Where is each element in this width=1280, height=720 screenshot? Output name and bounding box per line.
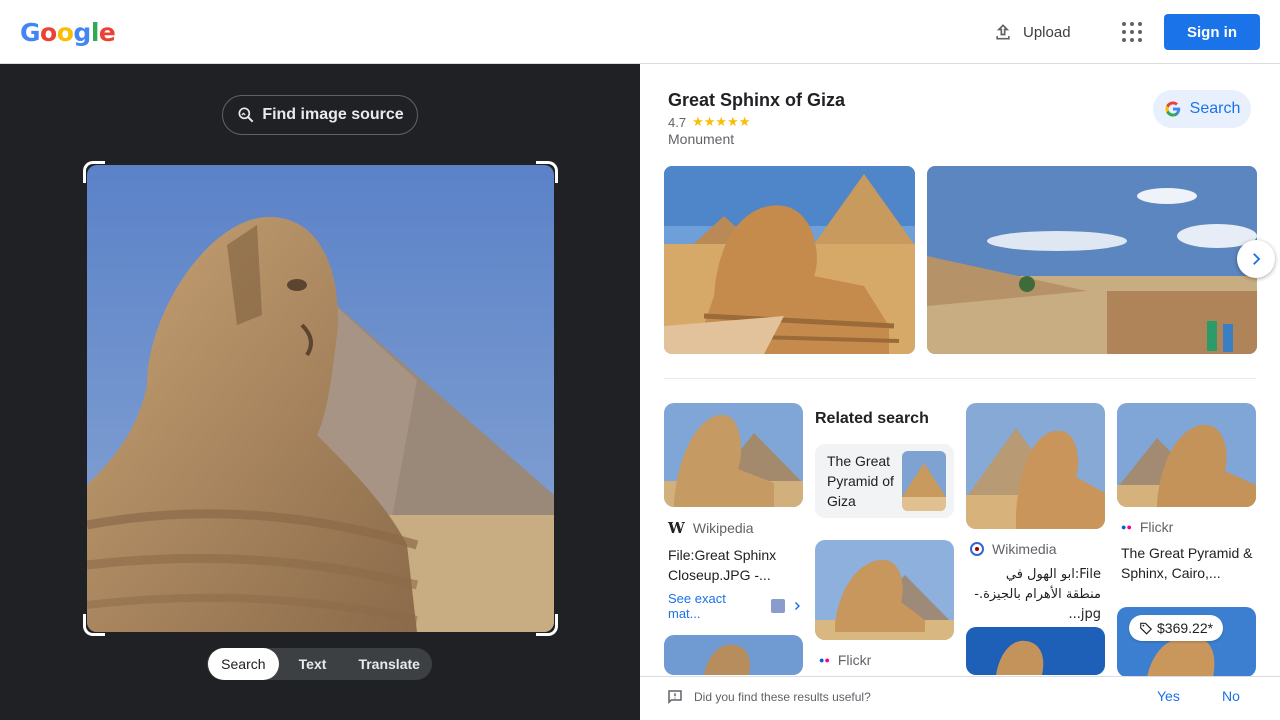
crop-handle-bottom-right[interactable]	[536, 614, 558, 636]
logo-letter: G	[20, 18, 41, 47]
carousel-next-button[interactable]	[1237, 240, 1275, 278]
apps-grid-icon[interactable]	[1120, 20, 1144, 44]
result-title: File:ابو الهول في منطقة الأهرام بالجيزة.…	[974, 567, 1101, 622]
upload-button[interactable]: Upload	[993, 20, 1071, 44]
wikipedia-icon: W	[668, 519, 685, 537]
flickr-icon: ●●	[819, 655, 830, 665]
shopping-result-card[interactable]: $369.22*	[1117, 607, 1256, 677]
rating-stars: ★★★★★	[692, 114, 751, 129]
entity-rating: 4.7 ★★★★★	[668, 114, 750, 130]
crop-handle-top-left[interactable]	[83, 161, 105, 183]
lens-image-panel: Find image source Search Text Translate	[0, 64, 640, 720]
entity-type: Monument	[668, 131, 735, 147]
related-search-heading: Related search	[815, 410, 929, 427]
visual-match-card[interactable]: ●● Flickr	[815, 540, 954, 668]
logo-letter: o	[40, 18, 57, 47]
results-panel: Great Sphinx of Giza 4.7 ★★★★★ Monument …	[640, 64, 1280, 720]
result-source: W Wikipedia	[664, 519, 803, 537]
tab-text[interactable]: Text	[279, 648, 347, 680]
mini-thumbnail	[771, 599, 786, 613]
result-thumbnail	[1117, 403, 1256, 507]
crop-handle-top-right[interactable]	[536, 161, 558, 183]
see-exact-matches-link[interactable]: See exact mat...	[664, 591, 803, 621]
result-thumbnail	[664, 403, 803, 507]
result-thumbnail	[966, 403, 1105, 529]
image-search-icon	[238, 107, 254, 123]
feedback-no-button[interactable]: No	[1222, 688, 1240, 704]
entity-image-1[interactable]	[664, 166, 915, 354]
logo-letter: l	[90, 18, 100, 47]
related-thumbnail	[902, 451, 946, 511]
visual-match-card[interactable]	[664, 635, 803, 675]
google-search-button[interactable]: Search	[1153, 90, 1251, 128]
logo-letter: e	[98, 18, 116, 47]
see-exact-label: See exact mat...	[668, 591, 726, 621]
chevron-right-icon	[1253, 253, 1261, 265]
result-thumbnail	[815, 540, 954, 640]
tab-search[interactable]: Search	[208, 648, 279, 680]
logo-letter: g	[73, 18, 91, 47]
feedback-icon	[668, 690, 682, 705]
entity-image-2[interactable]	[927, 166, 1257, 354]
price-badge: $369.22*	[1129, 615, 1224, 641]
visual-match-card[interactable]	[966, 627, 1105, 675]
feedback-bar: Did you find these results useful? Yes N…	[640, 676, 1280, 720]
source-label: Wikipedia	[692, 520, 754, 536]
result-source: ●● Flickr	[815, 652, 954, 668]
find-image-source-label: Find image source	[262, 106, 404, 123]
source-label: Flickr	[1139, 519, 1174, 535]
result-title: File:Great Sphinx Closeup.JPG -...	[668, 547, 777, 583]
sign-in-button[interactable]: Sign in	[1164, 14, 1260, 50]
top-bar: Google Upload Sign in	[0, 0, 1280, 64]
flickr-icon: ●●	[1121, 522, 1132, 532]
crop-handle-bottom-left[interactable]	[83, 614, 105, 636]
feedback-yes-button[interactable]: Yes	[1157, 688, 1180, 704]
related-search-label: The Great Pyramid of Giza	[827, 453, 894, 509]
result-title: The Great Pyramid & Sphinx, Cairo,...	[1121, 545, 1253, 581]
feedback-question: Did you find these results useful?	[694, 690, 871, 704]
visual-match-card[interactable]: Wikimedia File:ابو الهول في منطقة الأهرا…	[966, 403, 1105, 625]
result-source: Wikimedia	[966, 541, 1105, 557]
lens-mode-switcher: Search Text Translate	[207, 648, 432, 680]
chevron-right-icon	[795, 602, 801, 610]
result-thumbnail	[966, 627, 1105, 675]
source-label: Flickr	[837, 652, 872, 668]
source-label: Wikimedia	[992, 541, 1057, 557]
visual-match-card[interactable]: ●● Flickr The Great Pyramid & Sphinx, Ca…	[1117, 403, 1256, 583]
related-search-chip[interactable]: The Great Pyramid of Giza	[815, 444, 954, 518]
price-tag-icon	[1140, 622, 1153, 635]
result-thumbnail: $369.22*	[1117, 607, 1256, 677]
find-image-source-button[interactable]: Find image source	[222, 95, 418, 135]
visual-match-card[interactable]: W Wikipedia File:Great Sphinx Closeup.JP…	[664, 403, 803, 621]
section-divider	[664, 378, 1256, 379]
google-g-icon	[1165, 101, 1180, 117]
upload-icon	[996, 24, 1010, 40]
rating-value: 4.7	[668, 114, 687, 130]
logo-letter: o	[56, 18, 74, 47]
entity-title[interactable]: Great Sphinx of Giza	[668, 90, 845, 111]
price-value: $369.22*	[1157, 620, 1214, 636]
result-source: ●● Flickr	[1117, 519, 1256, 535]
wikimedia-icon	[970, 542, 984, 556]
crop-selection[interactable]	[83, 161, 558, 636]
google-logo[interactable]: Google	[20, 18, 116, 47]
tab-translate[interactable]: Translate	[346, 648, 432, 680]
search-button-label: Search	[1189, 100, 1241, 117]
result-thumbnail	[664, 635, 803, 675]
upload-label: Upload	[1023, 23, 1071, 41]
query-image	[87, 165, 554, 632]
